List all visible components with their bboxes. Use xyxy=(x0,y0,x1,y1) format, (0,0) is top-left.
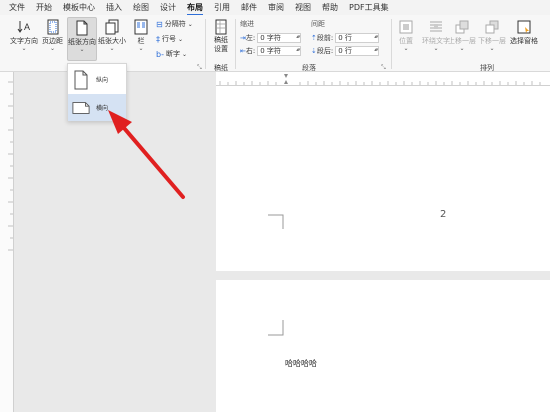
red-arrow-annotation xyxy=(108,110,185,199)
